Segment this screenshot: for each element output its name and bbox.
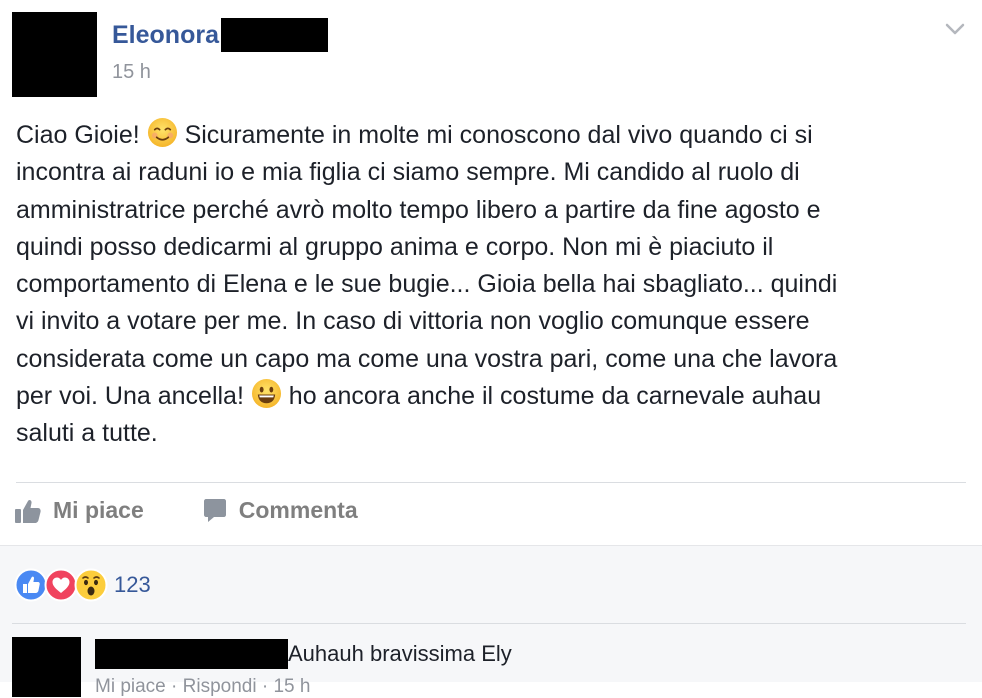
author-surname-redaction [220,18,328,52]
post-text-line: vi invito a votare per me. In caso di vi… [16,303,966,340]
post-text-segment: comportamento di Elena e le sue bugie...… [16,270,838,299]
divider [12,623,966,624]
post-text-segment: considerata come un capo ma come una vos… [16,344,838,373]
post-text-segment: incontra ai raduni io e mia figlia ci si… [16,158,800,187]
post-text-segment: Ciao Gioie! [16,121,147,149]
author-name[interactable]: Eleonora [112,21,219,50]
post-actions: Mi piace Commenta [14,497,358,524]
post-timestamp[interactable]: 15 h [112,61,151,84]
post-text-segment: Sicuramente in molte mi conoscono dal vi… [177,121,813,149]
author-row: Eleonora [112,17,328,53]
commenter-avatar[interactable] [12,637,81,697]
wow-reaction-icon [74,568,108,602]
post-text-line: considerata come un capo ma come una vos… [16,341,966,378]
grinning-face-emoji-icon [251,378,282,409]
post-text-line: Ciao Gioie! Sicuramente in molte mi cono… [16,117,966,154]
post-text-segment: saluti a tutte. [16,419,158,448]
comment-bubble-icon [203,498,226,522]
comment-button[interactable]: Commenta [202,497,358,524]
author-avatar[interactable] [12,12,97,97]
post-text-line: comportamento di Elena e le sue bugie...… [16,266,966,303]
post-text-segment: ho ancora anche il costume da carnevale … [281,382,822,411]
divider [16,482,966,483]
comment-text: Auhauh bravissima Ely [288,641,512,666]
post-text-segment: amministratrice perché avrò molto tempo … [16,195,821,224]
post-text-segment: per voi. Una ancella! [16,382,251,411]
like-label: Mi piace [53,497,144,523]
feedback-section: 123 Auhauh bravissima Ely Mi piace · Ris… [0,545,982,697]
post-card: Eleonora 15 h Ciao Gioie! Sicuramente in… [0,0,982,545]
commenter-name-redaction [95,639,288,669]
comment-label: Commenta [238,497,358,523]
post-text-line: amministratrice perché avrò molto tempo … [16,192,966,229]
post-text: Ciao Gioie! Sicuramente in molte mi cono… [16,117,966,453]
chevron-down-icon[interactable] [944,18,966,40]
post-text-line: saluti a tutte. [16,415,966,452]
smiling-face-emoji-icon [147,117,178,148]
post-text-line: incontra ai raduni io e mia figlia ci si… [16,154,966,191]
post-text-line: per voi. Una ancella! ho ancora anche il… [16,378,966,415]
comment-action-links[interactable]: Mi piace · Rispondi · 15 h [95,676,310,698]
post-text-segment: quindi posso dedicarmi al gruppo anima e… [16,232,774,261]
reaction-icons [14,568,108,602]
comment-body: Auhauh bravissima Ely [95,637,512,671]
like-button[interactable]: Mi piace [14,497,144,524]
reaction-count[interactable]: 123 [114,572,151,598]
thumbs-up-icon [15,499,41,523]
post-text-segment: vi invito a votare per me. In caso di vi… [16,307,810,336]
like-reaction-icon [14,568,48,602]
love-reaction-icon [44,568,78,602]
post-text-line: quindi posso dedicarmi al gruppo anima e… [16,229,966,266]
reactions-summary[interactable]: 123 [14,568,151,602]
